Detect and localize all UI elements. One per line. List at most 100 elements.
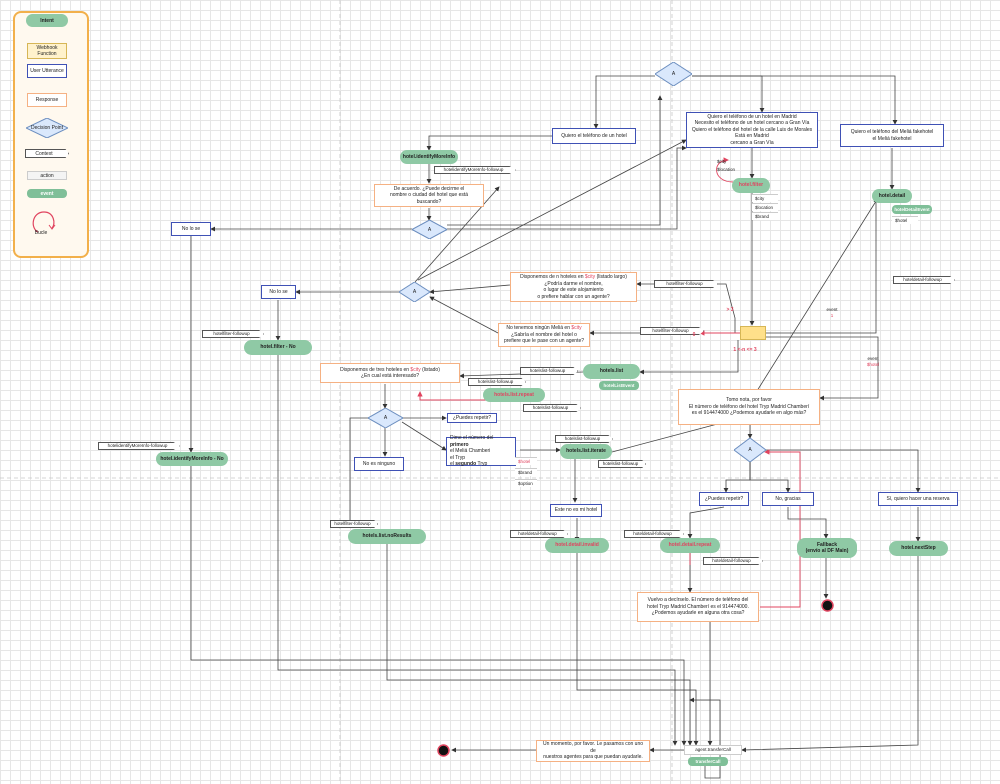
utterance-este-no: Este no es mi hotel (550, 504, 602, 517)
event-detail: hotelDetailEvent (892, 205, 932, 214)
context-list-fu-4: hotelslist-followup (555, 435, 613, 443)
utterance-line: el Meliá fakehotel (872, 135, 912, 142)
param-filter-city: $city (752, 194, 778, 202)
utterance-puedes-repetir-1: ¿Puedes repetir? (447, 413, 497, 423)
intent-list: hotels.list (583, 364, 640, 379)
response-no-tenemos: No tenemos ningún Meliá en $city ¿Sabría… (498, 323, 590, 347)
context-detail-fu-c: hoteldetail-followup (703, 557, 763, 565)
intent-list-iterate: hotels.list.iterate (560, 444, 612, 459)
legend-event: event (27, 189, 67, 198)
intent-fallback: Fallback (envío al DF Main) (797, 538, 857, 558)
context-list-fu-5: hotelslist-followup (598, 460, 646, 468)
response-line: nombre o ciudad del hotel que está busca… (389, 192, 469, 205)
intent-filter: hotel.filter (732, 178, 770, 193)
context-list-fu-1: hotelslist-followup (520, 367, 578, 375)
decision-2: A (412, 220, 447, 239)
utterance-line: cercano a Gran Vía (730, 139, 774, 146)
param-loop-city: $city (717, 159, 727, 165)
response-disponemos-tres: Disponemos de tres hoteles en $city (lis… (320, 363, 460, 383)
legend-response: Response (27, 93, 67, 107)
decision-top: A (655, 62, 692, 86)
utterance-no-gracias: No, gracias (762, 492, 814, 506)
context-detail-fu-a: hoteldetail-followup (510, 530, 568, 538)
context-detail-fu-b: hoteldetail-followup (624, 530, 684, 538)
edge-label-line: $hotel (866, 362, 880, 367)
intent-no-results: hotels.list.noResults (348, 529, 426, 544)
intent-detail-repeat: hotel.detail.repeat (660, 538, 720, 553)
edge-label-eq0: 0 (692, 331, 696, 338)
response-disponemos-n: Disponemos de n hoteles en $city (listad… (510, 272, 637, 302)
intent-list-repeat: hotels.list.repeat (483, 388, 545, 402)
response-de-acuerdo: De acuerdo. ¿Puede decirme el nombre o c… (374, 184, 484, 207)
legend-decision-label: Decision Point (31, 125, 63, 131)
context-filter-fu-bottom: hotelfilter-followup (330, 520, 378, 528)
param-filter-brand: $brand (752, 212, 778, 220)
event-list: hotelListEvent (599, 381, 639, 390)
decision-5-label: A (748, 447, 752, 453)
intent-detail-invalid: hotel.detail.invalid (545, 538, 609, 553)
utterance-ninguno: No es ninguno (354, 457, 404, 471)
utterance-quiero-melia: Quiero el teléfono del Meliá fakehotel e… (840, 124, 944, 147)
utterance-no-lo-se-1: No lo se (171, 222, 211, 236)
utterance-emph: segundo (455, 461, 477, 468)
context-identify-fu: hotelidentifyMoreInfo-followup (434, 166, 516, 174)
decision-3-label: A (412, 289, 417, 295)
context-list-fu-3: hotelslist-followup (523, 404, 581, 412)
utterance-line: el segundo Tryp (450, 461, 487, 468)
response-line: ¿Podemos ayudarle en alguna otra cosa? (651, 610, 745, 617)
utterance-quiero-madrid: Quiero el teléfono de un hotel en Madrid… (686, 112, 818, 148)
legend-loop-label: Bucle (34, 230, 48, 236)
decision-4: A (368, 408, 403, 428)
response-text: Disponemos de n hoteles en (520, 274, 584, 280)
edge-label-range: 1 <-n <= 3 (733, 346, 757, 353)
decision-top-label: A (671, 71, 676, 77)
response-text: No tenemos ningún Meliá en (506, 325, 570, 332)
utterance-no-lo-se-2: No lo se (261, 285, 296, 299)
param-iterate-hotel: $hotel (515, 457, 537, 465)
edge-label-event1: event 1 (822, 306, 842, 320)
utterance-quiero-hotel: Quiero el teléfono de un hotel (552, 128, 636, 144)
response-line: ¿En cual está interesado? (360, 373, 420, 379)
response-line: nuestros agentes para que puedan ayudarl… (543, 754, 643, 761)
action-transfer: agent.transferCall (684, 745, 742, 755)
intent-identify: hotel.identifyMoreInfo (400, 150, 458, 164)
param-detail-hotel: $hotel (892, 216, 918, 224)
edge-label-event-hotel: event $hotel (862, 355, 884, 369)
intent-filter-no: hotel.filter - No (244, 340, 312, 355)
decision-3: A (399, 282, 430, 302)
decision-2-label: A (427, 226, 432, 233)
response-tomo-nota: Tomo nota, por favor El número de teléfo… (678, 389, 820, 425)
junction-count (740, 326, 766, 340)
response-text: (listado largo) (596, 274, 627, 280)
legend-intent: Intent (26, 14, 68, 27)
legend-webhook: Webhook Function (27, 43, 67, 59)
param-filter-location: $location (752, 203, 778, 211)
legend-context: Context (25, 149, 69, 158)
flow-canvas: Intent Webhook Function User Utterance R… (0, 0, 1000, 784)
legend-utterance: User Utterance (27, 64, 67, 78)
utterance-dime-numero: Dime el número del primero el Meliá Cham… (446, 435, 516, 468)
utterance-text: Tryp (477, 461, 488, 468)
param-loop-location: $location (717, 167, 736, 173)
utterance-line: Dime el número del primero (450, 435, 512, 448)
response-var: $city (571, 325, 582, 332)
intent-line: (envío al DF Main) (805, 548, 849, 554)
utterance-si-reserva: Sí, quiero hacer una reserva (878, 492, 958, 506)
response-text: Disponemos de tres hoteles en (340, 366, 410, 373)
legend-decision: Decision Point (26, 118, 68, 138)
context-filter-fu-left: hotelfilter-followup (202, 330, 264, 338)
intent-identify-no: hotel.identifyMoreInfo - No (156, 452, 228, 466)
end-state-transfer (437, 744, 450, 757)
response-line: o prefiere hablar con un agente? (537, 293, 610, 300)
response-line: es el 914474000 ¿Podemos ayudarle en alg… (691, 410, 807, 417)
context-identify-fu-left: hotelidentifyMoreInfo-followup (98, 442, 180, 450)
response-var: $city (410, 366, 421, 373)
response-text: (listado) (422, 366, 440, 373)
utterance-text: el (450, 461, 454, 468)
param-iterate-option: $option (515, 479, 537, 487)
legend-action: action (27, 171, 67, 180)
response-line: Un momento, por favor. Le pasamos con un… (542, 741, 644, 754)
context-filter-fu-1: hotelfilter-followup (654, 280, 718, 288)
response-line: prefiere que le pase con un agente? (503, 338, 585, 345)
context-detail-fu-right: hoteldetail-followup (893, 276, 955, 284)
